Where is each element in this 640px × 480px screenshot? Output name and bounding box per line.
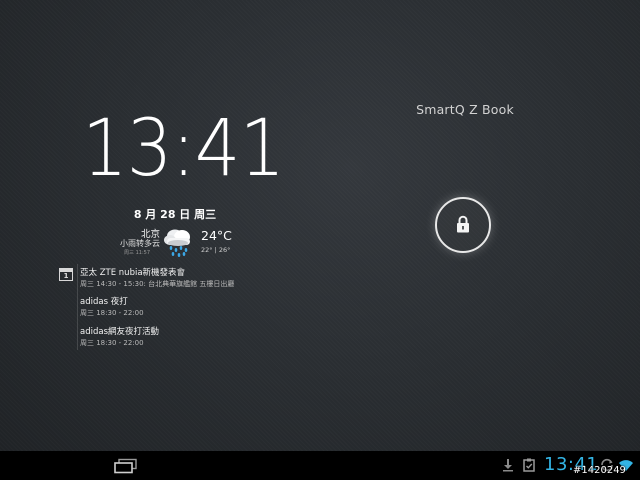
calendar-icon-day: 1 bbox=[63, 272, 69, 280]
owner-info: SmartQ Z Book bbox=[416, 102, 514, 117]
recent-apps-icon[interactable] bbox=[113, 458, 139, 474]
weather-temperature: 24°C bbox=[201, 228, 232, 243]
clipboard-icon bbox=[523, 458, 535, 472]
calendar-event-time: 周三 18:30 - 22:00 bbox=[80, 309, 144, 317]
watermark: #1420249 bbox=[573, 465, 626, 476]
weather-condition: 小雨转多云 bbox=[120, 239, 160, 248]
lockscreen-date: 8 月 28 日 周三 bbox=[133, 208, 217, 221]
calendar-event-title[interactable]: adidas 夜打 bbox=[80, 295, 128, 307]
rain-cloud-icon bbox=[161, 226, 195, 258]
calendar-event-time: 周三 14:30 - 15:30: 台北典華旗艦館 五樓日出廳 bbox=[80, 280, 235, 288]
calendar-icon: 1 bbox=[59, 268, 73, 281]
weather-range: 22° | 26° bbox=[201, 246, 231, 254]
calendar-event-title[interactable]: adidas網友夜打活動 bbox=[80, 325, 159, 337]
calendar-event-time: 周三 18:30 - 22:00 bbox=[80, 339, 144, 347]
unlock-handle[interactable] bbox=[435, 197, 491, 253]
calendar-divider bbox=[77, 264, 78, 350]
weather-updated: 周三 11:57 bbox=[124, 250, 150, 256]
download-icon bbox=[503, 459, 513, 472]
lockscreen-clock: 13:41 bbox=[82, 104, 285, 194]
calendar-event-title[interactable]: 亞太 ZTE nubia新機發表會 bbox=[80, 266, 185, 278]
padlock-icon bbox=[457, 215, 469, 233]
